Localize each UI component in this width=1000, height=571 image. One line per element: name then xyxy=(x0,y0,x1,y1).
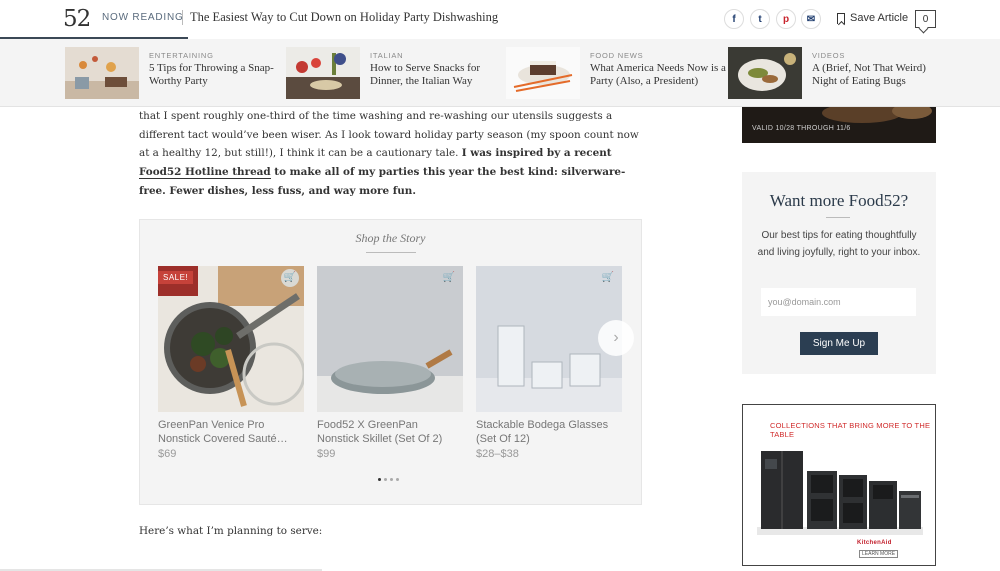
related-article-thumbnail xyxy=(286,47,360,99)
comment-count-button[interactable]: 0 xyxy=(915,10,936,28)
related-article-title: What America Needs Now is a Party (Also,… xyxy=(590,62,726,87)
carousel-dot[interactable] xyxy=(396,478,399,481)
product-name[interactable]: Food52 X GreenPan Nonstick Skillet (Set … xyxy=(317,418,463,446)
newsletter-description: Our best tips for eating thoughtfully an… xyxy=(757,230,921,258)
twitter-share-icon[interactable]: t xyxy=(750,9,770,29)
related-article-title: 5 Tips for Throwing a Snap-Worthy Party xyxy=(149,62,274,87)
learn-more-button[interactable]: LEARN MORE xyxy=(859,550,899,558)
article-paragraph: Here’s what I’m planning to serve: xyxy=(139,525,323,537)
current-article-title: The Easiest Way to Cut Down on Holiday P… xyxy=(190,10,499,24)
appliances-image xyxy=(757,451,923,535)
advertisement-top[interactable]: VALID 10/28 THROUGH 11/6 xyxy=(742,107,936,143)
related-article-thumbnail xyxy=(65,47,139,99)
kitchenaid-advertisement[interactable]: COLLECTIONS THAT BRING MORE TO THE TABLE… xyxy=(742,404,936,566)
nonstick-skillet-image xyxy=(317,266,463,412)
carousel-dot[interactable] xyxy=(378,478,381,481)
related-article-card[interactable]: FOOD NEWS What America Needs Now is a Pa… xyxy=(506,47,726,99)
covered-saute-pan-image xyxy=(158,266,306,412)
article-bold-text: I was inspired by a recent xyxy=(461,147,612,160)
product-name[interactable]: Stackable Bodega Glasses (Set Of 12) xyxy=(476,418,622,446)
sale-badge: SALE! xyxy=(158,271,194,284)
top-bar: 52 NOW READING The Easiest Way to Cut Do… xyxy=(0,0,1000,39)
divider xyxy=(366,252,416,253)
related-article-category: FOOD NEWS xyxy=(590,51,644,60)
carousel-pagination xyxy=(378,478,399,481)
related-article-category: ITALIAN xyxy=(370,51,404,60)
shop-the-story-module: Shop the Story SALE! 🛒 GreenPan Venice P… xyxy=(139,219,642,505)
save-article-button[interactable]: Save Article xyxy=(837,12,908,24)
product-price: $99 xyxy=(317,448,336,460)
email-field[interactable] xyxy=(761,288,916,316)
email-share-icon[interactable]: ✉ xyxy=(801,9,821,29)
product-image[interactable]: 🛒 xyxy=(317,266,463,412)
related-article-thumbnail xyxy=(728,47,802,99)
hotline-thread-link[interactable]: Food52 Hotline thread xyxy=(139,166,271,180)
product-price: $28–$38 xyxy=(476,448,519,460)
related-article-title: A (Brief, Not That Weird) Night of Eatin… xyxy=(812,62,926,87)
related-article-thumbnail xyxy=(506,47,580,99)
product-price: $69 xyxy=(158,448,177,460)
shop-title: Shop the Story xyxy=(355,231,426,245)
cart-icon[interactable]: 🛒 xyxy=(602,272,614,283)
kitchenaid-logo: KitchenAid xyxy=(857,540,892,546)
bookmark-icon xyxy=(837,12,845,24)
ad-headline: COLLECTIONS THAT BRING MORE TO THE TABLE xyxy=(770,421,931,439)
divider xyxy=(182,10,183,25)
cart-icon[interactable]: 🛒 xyxy=(443,272,455,283)
product-card[interactable]: SALE! 🛒 GreenPan Venice Pro Nonstick Cov… xyxy=(158,266,306,461)
newsletter-signup: Want more Food52? Our best tips for eati… xyxy=(742,172,936,374)
save-article-label: Save Article xyxy=(850,12,909,24)
product-card[interactable]: 🛒 Food52 X GreenPan Nonstick Skillet (Se… xyxy=(317,266,463,461)
cart-icon[interactable]: 🛒 xyxy=(284,272,296,283)
related-article-card[interactable]: ITALIAN How to Serve Snacks for Dinner, … xyxy=(286,47,506,99)
related-articles-strip: ENTERTAINING 5 Tips for Throwing a Snap-… xyxy=(0,39,1000,107)
related-article-title: How to Serve Snacks for Dinner, the Ital… xyxy=(370,62,480,87)
related-article-card[interactable]: VIDEOS A (Brief, Not That Weird) Night o… xyxy=(728,47,948,99)
carousel-next-button[interactable]: › xyxy=(598,320,634,356)
related-article-category: ENTERTAINING xyxy=(149,51,214,60)
product-card[interactable]: 🛒 Stackable Bodega Glasses (Set Of 12) $… xyxy=(476,266,622,461)
sign-up-button[interactable]: Sign Me Up xyxy=(800,332,878,355)
related-article-category: VIDEOS xyxy=(812,51,846,60)
article-paragraph: that I spent roughly one-third of the ti… xyxy=(139,107,649,201)
product-image[interactable]: SALE! 🛒 xyxy=(158,266,306,412)
site-logo[interactable]: 52 xyxy=(63,6,91,32)
now-reading-label: NOW READING xyxy=(102,12,184,23)
carousel-dot[interactable] xyxy=(390,478,393,481)
ad-validity-text: VALID 10/28 THROUGH 11/6 xyxy=(752,125,851,132)
newsletter-title: Want more Food52? xyxy=(769,191,909,210)
facebook-share-icon[interactable]: f xyxy=(724,9,744,29)
product-name[interactable]: GreenPan Venice Pro Nonstick Covered Sau… xyxy=(158,418,304,446)
carousel-dot[interactable] xyxy=(384,478,387,481)
pinterest-share-icon[interactable]: p xyxy=(776,9,796,29)
divider xyxy=(826,217,850,218)
related-article-card[interactable]: ENTERTAINING 5 Tips for Throwing a Snap-… xyxy=(65,47,285,99)
